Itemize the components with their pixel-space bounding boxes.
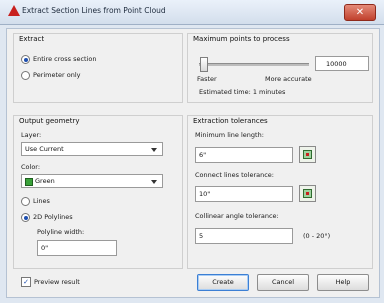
connect-lines-input[interactable]: 10"	[195, 186, 293, 202]
extraction-tolerances-title: Extraction tolerances	[193, 117, 268, 125]
pick-min-length-button[interactable]	[299, 146, 316, 163]
window-title: Extract Section Lines from Point Cloud	[22, 6, 166, 15]
layer-value: Use Current	[25, 145, 64, 153]
help-button[interactable]: Help	[317, 274, 369, 291]
points-slider-thumb[interactable]	[200, 57, 208, 72]
color-dropdown[interactable]: Green	[21, 174, 163, 188]
cancel-button[interactable]: Cancel	[257, 274, 309, 291]
polyline-width-label: Polyline width:	[37, 228, 85, 236]
chevron-down-icon	[151, 180, 157, 184]
connect-lines-value: 10"	[199, 190, 211, 198]
max-points-input[interactable]: 10000	[315, 56, 369, 71]
autocad-logo-icon	[8, 5, 20, 16]
close-button[interactable]: ✕	[344, 4, 376, 21]
faster-label: Faster	[197, 75, 217, 83]
max-points-value: 10000	[326, 60, 347, 68]
layer-dropdown[interactable]: Use Current	[21, 142, 163, 156]
dialog-body: Extract Entire cross section Perimeter o…	[6, 28, 380, 298]
min-line-length-input[interactable]: 6"	[195, 147, 293, 163]
collinear-range-label: (0 - 20°)	[303, 232, 331, 240]
preview-checkbox[interactable]: ✓	[21, 277, 31, 287]
layer-label: Layer:	[21, 131, 42, 139]
extract-group-title: Extract	[19, 35, 45, 43]
max-points-group-title: Maximum points to process	[193, 35, 290, 43]
entire-cross-section-radio[interactable]	[21, 55, 30, 64]
lines-label: Lines	[33, 197, 50, 205]
collinear-input[interactable]: 5	[195, 228, 293, 244]
polylines-radio[interactable]	[21, 213, 30, 222]
output-geometry-title: Output geometry	[19, 117, 80, 125]
perimeter-only-radio[interactable]	[21, 71, 30, 80]
color-value: Green	[35, 177, 55, 185]
color-swatch-icon	[25, 178, 33, 186]
collinear-label: Collinear angle tolerance:	[195, 212, 279, 220]
points-slider-track[interactable]	[199, 63, 309, 66]
polylines-label: 2D Polylines	[33, 213, 73, 221]
polyline-width-input[interactable]: 0"	[37, 240, 117, 256]
create-button[interactable]: Create	[197, 274, 249, 291]
connect-lines-label: Connect lines tolerance:	[195, 171, 274, 179]
extract-group	[13, 33, 183, 103]
color-label: Color:	[21, 163, 41, 171]
entire-cross-section-label: Entire cross section	[33, 55, 97, 63]
estimated-time-label: Estimated time: 1 minutes	[199, 88, 286, 96]
collinear-value: 5	[199, 232, 204, 240]
min-line-length-value: 6"	[199, 151, 207, 159]
lines-radio[interactable]	[21, 197, 30, 206]
chevron-down-icon	[151, 148, 157, 152]
more-accurate-label: More accurate	[265, 75, 312, 83]
polyline-width-value: 0"	[41, 244, 49, 252]
title-bar: Extract Section Lines from Point Cloud ✕	[0, 0, 384, 25]
perimeter-only-label: Perimeter only	[33, 71, 81, 79]
min-line-length-label: Minimum line length:	[195, 131, 264, 139]
pick-connect-button[interactable]	[299, 185, 316, 202]
preview-label: Preview result	[34, 278, 80, 286]
